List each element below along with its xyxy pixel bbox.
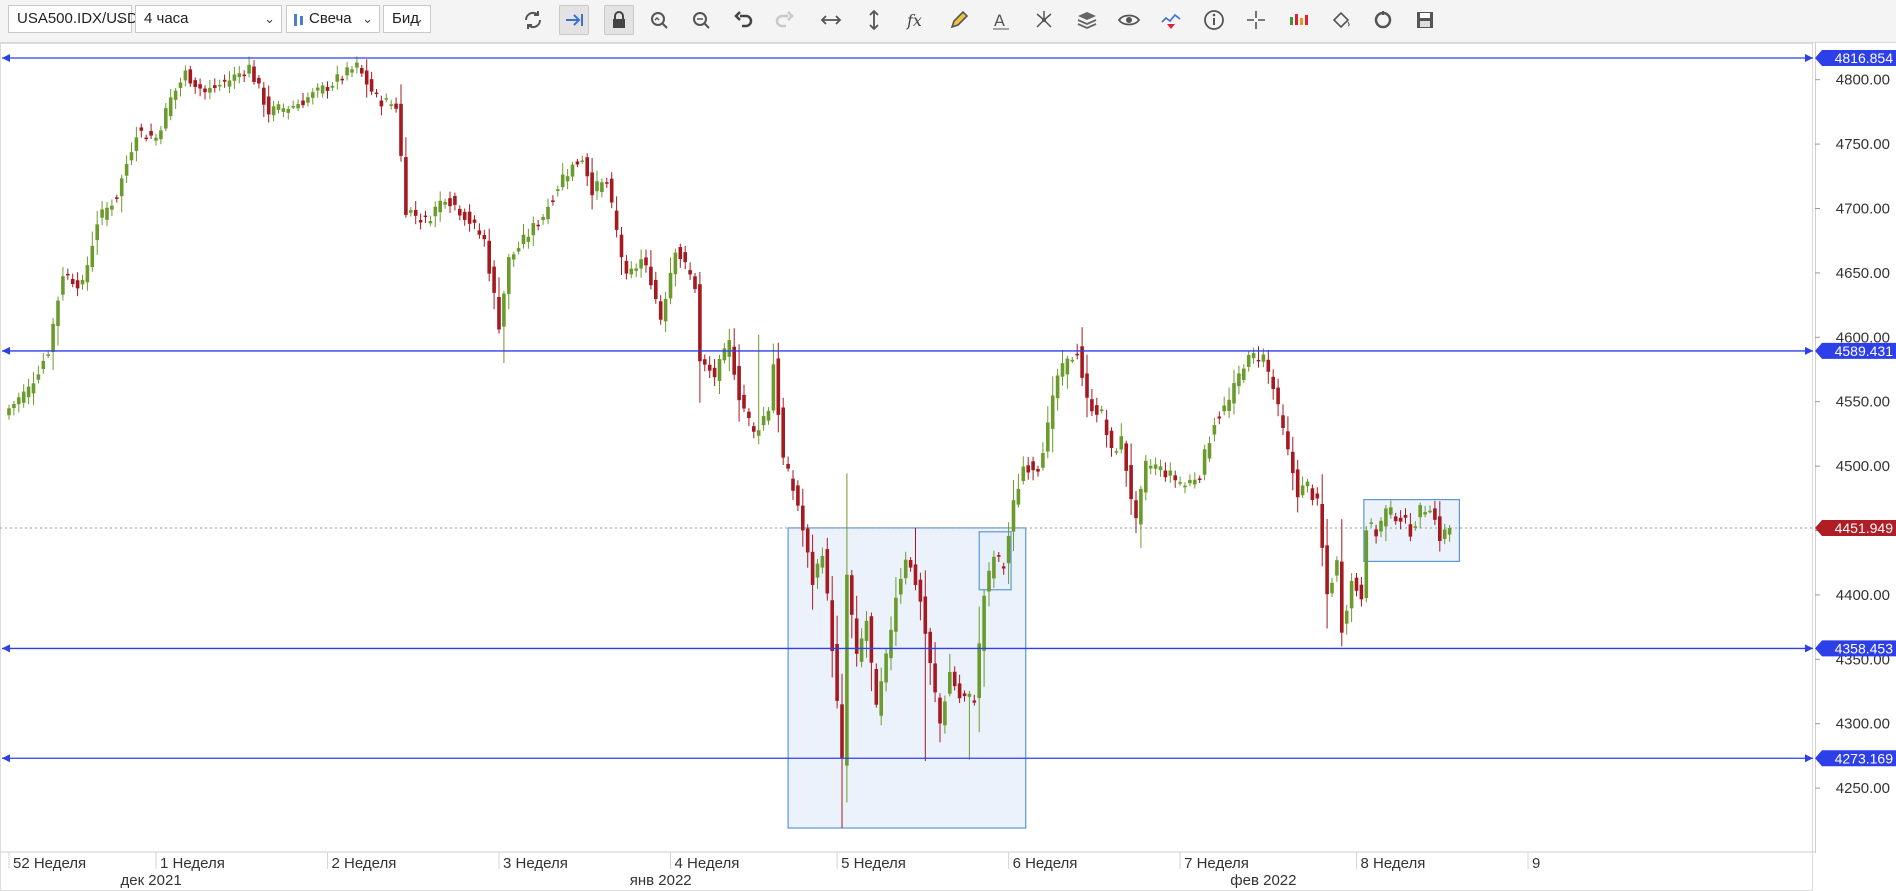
y-tick-label: 4500.00 [1836,458,1890,475]
price-side-select[interactable]: Бид ⌄ [383,5,431,33]
y-tick-label: 4300.00 [1836,716,1890,733]
vertical-resize-icon [869,9,879,31]
redo-icon [775,11,794,28]
x-tick-label: 7 Неделя [1184,855,1249,872]
svg-text:4358.453: 4358.453 [1835,640,1894,656]
text-tool-icon: A [993,11,1009,30]
horizontal-line-price-tag: 4589.431 [1815,342,1896,359]
x-tick-label: 4 Неделя [675,855,740,872]
shift-arrow-icon [566,14,583,26]
redo-button[interactable] [770,5,800,35]
crosshair-icon [1247,11,1265,29]
x-tick-label: 8 Неделя [1361,855,1426,872]
save-button[interactable] [1410,5,1440,35]
y-tick-label: 4800.00 [1836,72,1890,89]
paint-bucket-button[interactable] [1326,5,1356,35]
last-price-tag: 4451.949 [1815,519,1896,536]
y-tick-label: 4400.00 [1836,587,1890,604]
y-tick-label: 4750.00 [1836,136,1890,153]
candle-icon [294,14,303,26]
indicator-chart-icon [1161,13,1181,29]
x-tick-label: 1 Неделя [160,855,225,872]
eye-button[interactable] [1114,5,1144,35]
indicator-chart-button[interactable] [1156,5,1186,35]
pencil-icon [950,10,969,29]
bar-colors-button[interactable] [1284,5,1314,35]
x-tick-label: 9 [1532,855,1540,872]
horizontal-resize-icon [820,15,842,25]
timeframe-label: 4 часа [144,10,189,27]
svg-text:4589.431: 4589.431 [1835,343,1894,359]
price-chart[interactable]: 52 Неделя 1 Неделя 2 Неделя 3 Неделя 4 Недел… [0,43,1815,891]
vertical-resize-button[interactable] [859,5,889,35]
horizontal-resize-button[interactable] [816,5,846,35]
zoom-out-button[interactable] [686,5,716,35]
x-tick-label: 6 Неделя [1013,855,1078,872]
save-icon [1417,12,1433,28]
eye-icon [1117,14,1141,26]
pattern-button[interactable] [1029,5,1059,35]
undo-button[interactable] [728,5,758,35]
shift-arrow-button[interactable] [559,5,589,35]
horizontal-line-price-tag: 4273.169 [1815,750,1896,767]
month-label: янв 2022 [630,872,692,889]
svg-text:4451.949: 4451.949 [1835,520,1894,536]
svg-text:fx: fx [906,11,922,30]
pencil-button[interactable] [944,5,974,35]
y-tick-label: 4250.00 [1836,780,1890,797]
y-tick-label: 4650.00 [1836,265,1890,282]
horizontal-line-price-tag: 4816.854 [1815,49,1896,66]
toolbar: USA500.IDX/USD ⌄ 4 часа ⌄ Свеча ⌄ Бид ⌄ … [0,0,1896,43]
function-button[interactable]: fx [901,5,931,35]
lock-button[interactable] [604,5,634,35]
chevron-down-icon: ⌄ [114,11,125,26]
symbol-select[interactable]: USA500.IDX/USD ⌄ [8,5,138,33]
crosshair-button[interactable] [1241,5,1271,35]
x-tick-label: 2 Неделя [332,855,397,872]
chart-type-label: Свеча [309,10,352,27]
month-label: дек 2021 [120,872,181,889]
x-tick-label: 5 Неделя [841,855,906,872]
svg-text:4273.169: 4273.169 [1835,750,1894,766]
zoom-in-icon [651,12,668,29]
candle [1364,526,1369,603]
layers-icon [1077,12,1097,29]
zoom-out-icon [693,12,710,29]
info-button[interactable] [1199,5,1229,35]
chevron-down-icon: ⌄ [413,11,424,26]
candle [781,397,785,466]
y-tick-label: 4700.00 [1836,201,1890,218]
chart-type-select[interactable]: Свеча ⌄ [286,5,380,33]
zoom-in-button[interactable] [644,5,674,35]
paint-bucket-icon [1332,11,1350,29]
refresh-button[interactable] [518,5,548,35]
chevron-down-icon: ⌄ [362,11,373,26]
candle [874,663,879,708]
text-tool-button[interactable]: A [986,5,1016,35]
y-tick-label: 4550.00 [1836,394,1890,411]
x-tick-label: 3 Неделя [503,855,568,872]
timeframe-select[interactable]: 4 часа ⌄ [135,5,282,33]
svg-text:A: A [994,11,1005,30]
x-tick-label: 52 Неделя [13,855,86,872]
undo-icon [734,11,753,28]
pattern-icon [1036,11,1052,28]
reset-icon [1374,11,1392,29]
svg-text:4816.854: 4816.854 [1835,50,1894,66]
refresh-icon [524,11,542,29]
month-label: фев 2022 [1230,872,1296,889]
info-icon [1204,10,1224,30]
lock-icon [613,11,625,28]
chevron-down-icon: ⌄ [264,11,275,26]
bar-colors-icon [1290,14,1308,25]
layers-button[interactable] [1072,5,1102,35]
price-axis[interactable]: 4250.004300.004350.004400.004450.004500.… [1815,43,1896,853]
function-icon: fx [906,11,922,30]
horizontal-line-price-tag: 4358.453 [1815,640,1896,657]
reset-button[interactable] [1368,5,1398,35]
